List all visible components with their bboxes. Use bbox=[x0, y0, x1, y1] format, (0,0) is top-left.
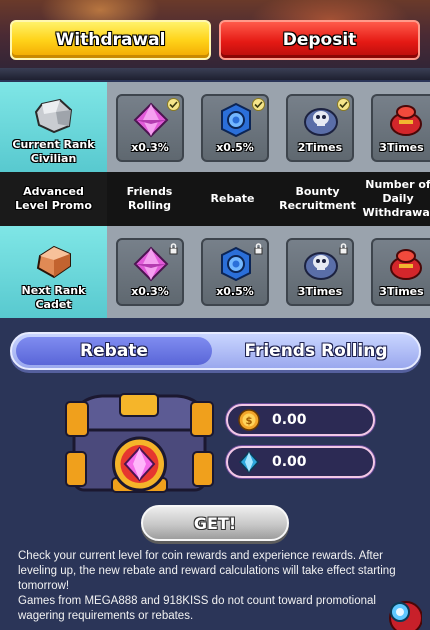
current-reward-withdrawal: 3Times bbox=[371, 94, 430, 162]
withdrawal-button[interactable]: Withdrawal bbox=[10, 20, 211, 60]
next-rank-name: Cadet bbox=[35, 298, 72, 311]
current-reward-friends-rolling: x0.3% bbox=[116, 94, 184, 162]
check-badge-icon bbox=[252, 98, 265, 111]
lock-icon bbox=[339, 243, 348, 255]
note-paragraph: Games from MEGA888 and 918KISS do not co… bbox=[18, 595, 376, 622]
note-paragraph: Check your current level for coin reward… bbox=[18, 550, 396, 592]
coin-amount-display: $ 0.00 bbox=[226, 404, 375, 436]
reward-value: x0.5% bbox=[216, 285, 254, 298]
reward-value: x0.5% bbox=[216, 141, 254, 154]
next-reward-friends-rolling: x0.3% bbox=[116, 238, 184, 306]
reward-value: 3Times bbox=[379, 285, 424, 298]
rank-table: Current Rank Civilian x0.3% x0.5% 2Times… bbox=[0, 82, 430, 318]
tab-label: Rebate bbox=[80, 341, 148, 361]
tab-friends-rolling[interactable]: Friends Rolling bbox=[218, 337, 414, 365]
banner-strip bbox=[0, 68, 430, 80]
deposit-button[interactable]: Deposit bbox=[219, 20, 420, 60]
current-rank-label: Current Rank bbox=[12, 138, 95, 151]
current-reward-rebate: x0.5% bbox=[201, 94, 269, 162]
next-rank-label: Next Rank bbox=[21, 284, 86, 297]
floating-support-icon[interactable] bbox=[382, 596, 422, 630]
top-banner: Withdrawal Deposit bbox=[0, 0, 430, 80]
copper-stone-icon bbox=[36, 245, 71, 279]
lock-icon bbox=[254, 243, 263, 255]
pink-gem-icon bbox=[133, 246, 169, 282]
current-rank-cell: Current Rank Civilian bbox=[0, 82, 107, 172]
blue-diamond-icon bbox=[238, 451, 260, 473]
get-button-label: GET! bbox=[193, 513, 237, 533]
column-header: Number of Daily Withdrawal bbox=[362, 178, 430, 219]
column-header: Bounty Recruitment bbox=[279, 185, 356, 212]
reward-value: 3Times bbox=[379, 141, 424, 154]
rules-note: Check your current level for coin reward… bbox=[18, 549, 408, 624]
next-reward-bounty: 3Times bbox=[286, 238, 354, 306]
tab-rebate[interactable]: Rebate bbox=[16, 337, 212, 365]
reward-value: x0.3% bbox=[131, 141, 169, 154]
diamond-amount-value: 0.00 bbox=[272, 454, 307, 470]
get-button[interactable]: GET! bbox=[141, 505, 289, 541]
lock-icon bbox=[169, 243, 178, 255]
gold-coin-icon: $ bbox=[238, 409, 260, 431]
coin-amount-value: 0.00 bbox=[272, 412, 307, 428]
gray-stone-icon bbox=[34, 98, 72, 134]
reward-value: 3Times bbox=[297, 285, 343, 298]
promo-title-cell: Advanced Level Promo bbox=[0, 172, 107, 226]
treasure-chest-icon bbox=[65, 393, 214, 493]
current-rank-name: Civilian bbox=[30, 152, 77, 165]
svg-text:$: $ bbox=[246, 416, 253, 427]
red-bag-icon bbox=[390, 105, 422, 136]
column-header: Rebate bbox=[210, 192, 255, 205]
promo-header-row: Advanced Level Promo Friends Rolling Reb… bbox=[0, 172, 430, 226]
tab-label: Friends Rolling bbox=[244, 341, 388, 361]
check-badge-icon bbox=[167, 98, 180, 111]
next-reward-withdrawal: 3Times bbox=[371, 238, 430, 306]
red-bag-icon bbox=[390, 249, 422, 280]
next-rank-cell: Next Rank Cadet bbox=[0, 226, 107, 318]
reward-value: x0.3% bbox=[131, 285, 169, 298]
diamond-amount-display: 0.00 bbox=[226, 446, 375, 478]
current-rank-row: Current Rank Civilian x0.3% x0.5% 2Times… bbox=[0, 82, 430, 172]
blue-ring-icon bbox=[221, 102, 251, 138]
reward-value: 2Times bbox=[297, 141, 343, 154]
reward-tabs: Rebate Friends Rolling bbox=[10, 332, 421, 370]
check-badge-icon bbox=[337, 98, 350, 111]
promo-title: Advanced Level Promo bbox=[15, 185, 92, 212]
blue-ring-icon bbox=[221, 246, 251, 282]
current-reward-bounty: 2Times bbox=[286, 94, 354, 162]
column-header: Friends Rolling bbox=[126, 185, 173, 212]
next-rank-row: Next Rank Cadet x0.3% x0.5% 3Times 3Time… bbox=[0, 226, 430, 318]
pink-gem-icon bbox=[133, 102, 169, 138]
next-reward-rebate: x0.5% bbox=[201, 238, 269, 306]
skull-bag-icon bbox=[304, 108, 338, 136]
skull-bag-icon bbox=[304, 252, 338, 280]
